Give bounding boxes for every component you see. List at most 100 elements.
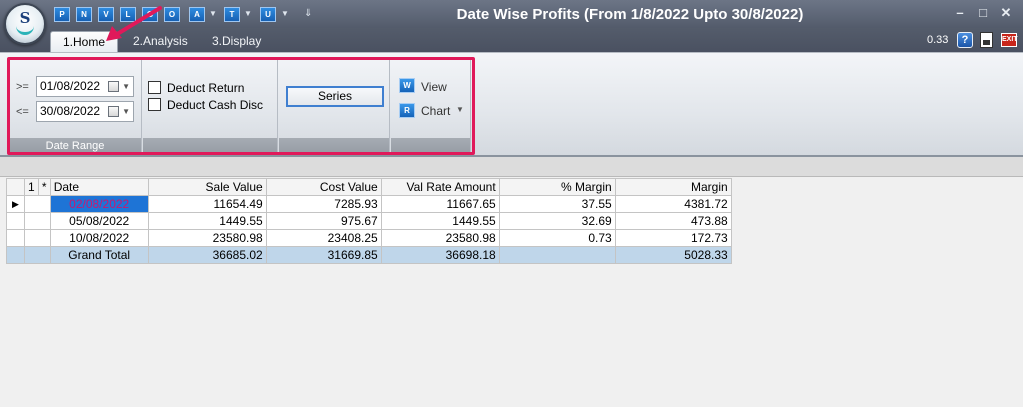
view-icon[interactable]: W (399, 78, 415, 93)
tab-analysis[interactable]: 2.Analysis (121, 31, 200, 52)
title-bar: P N V L G O A ▼ T ▼ U ▼ ⇓ Date Wise Prof… (0, 0, 1023, 28)
quick-access-l-icon[interactable]: L (120, 7, 136, 22)
date-cell[interactable]: 10/08/2022 (49, 229, 149, 247)
column-header-sale-value[interactable]: Sale Value (147, 178, 267, 196)
date-cell[interactable]: 05/08/2022 (49, 212, 149, 230)
content-header-strip (0, 157, 1023, 177)
from-operator: >= (16, 81, 29, 93)
zoom-level: 0.33 (927, 34, 949, 46)
view-chart-group: W View R Chart ▼ (391, 57, 471, 154)
maximize-button[interactable]: □ (976, 5, 990, 20)
profit-grid: 1 * Date Sale Value Cost Value Val Rate … (6, 178, 732, 264)
row-blank (24, 229, 51, 247)
margin-cell[interactable]: 473.88 (614, 212, 732, 230)
val-rate-amount-cell[interactable]: 11667.65 (380, 195, 500, 213)
val-rate-amount-cell[interactable]: 1449.55 (380, 212, 500, 230)
from-date-field[interactable]: 01/08/2022 ▼ (36, 76, 134, 97)
app-menu-button[interactable]: S (4, 3, 46, 45)
app-logo-arc (16, 25, 34, 35)
series-caption (279, 138, 389, 154)
calendar-icon[interactable] (108, 81, 119, 92)
row-indicator (6, 246, 25, 264)
table-row[interactable]: ▶ 02/08/2022 11654.49 7285.93 11667.65 3… (6, 195, 732, 213)
column-header-cost-value[interactable]: Cost Value (265, 178, 382, 196)
total-val-rate-amount: 36698.18 (380, 246, 500, 264)
column-header-date[interactable]: Date (49, 178, 149, 196)
column-header-pct-margin[interactable]: % Margin (498, 178, 616, 196)
quick-access-a-dropdown-icon[interactable]: ▼ (209, 9, 217, 18)
pct-margin-cell[interactable]: 0.73 (498, 229, 616, 247)
chart-dropdown-icon[interactable]: ▼ (456, 105, 464, 114)
total-sale-value: 36685.02 (147, 246, 267, 264)
cost-value-cell[interactable]: 7285.93 (265, 195, 382, 213)
calendar-icon[interactable] (108, 106, 119, 117)
quick-access-v-icon[interactable]: V (98, 7, 114, 22)
grand-total-row: Grand Total 36685.02 31669.85 36698.18 5… (6, 246, 732, 264)
document-icon[interactable] (980, 32, 993, 48)
row-blank (24, 195, 51, 213)
series-group: Series (279, 57, 390, 154)
chevron-down-icon[interactable]: ▼ (122, 102, 130, 121)
margin-cell[interactable]: 4381.72 (614, 195, 732, 213)
column-header-val-rate-amount[interactable]: Val Rate Amount (380, 178, 500, 196)
close-button[interactable]: ✕ (999, 5, 1013, 21)
grand-total-label: Grand Total (49, 246, 149, 264)
view-button[interactable]: View (421, 80, 447, 94)
column-header-star[interactable]: * (37, 178, 51, 196)
total-pct-margin (498, 246, 616, 264)
quick-access-a-icon[interactable]: A (189, 7, 205, 22)
ribbon-tab-bar: 1.Home 2.Analysis 3.Display (0, 28, 1023, 52)
deduct-return-label[interactable]: Deduct Return (167, 81, 244, 95)
row-blank (24, 212, 51, 230)
date-cell[interactable]: 02/08/2022 (49, 195, 149, 213)
to-date-field[interactable]: 30/08/2022 ▼ (36, 101, 134, 122)
help-icon[interactable]: ? (957, 32, 973, 48)
val-rate-amount-cell[interactable]: 23580.98 (380, 229, 500, 247)
series-button[interactable]: Series (286, 86, 384, 107)
table-row[interactable]: 10/08/2022 23580.98 23408.25 23580.98 0.… (6, 229, 732, 247)
deduct-cash-disc-label[interactable]: Deduct Cash Disc (167, 98, 263, 112)
margin-cell[interactable]: 172.73 (614, 229, 732, 247)
pct-margin-cell[interactable]: 32.69 (498, 212, 616, 230)
column-header-margin[interactable]: Margin (614, 178, 732, 196)
pct-margin-cell[interactable]: 37.55 (498, 195, 616, 213)
customize-toolbar-icon[interactable]: ⇓ (304, 8, 312, 19)
date-range-caption: Date Range (9, 138, 141, 154)
tab-display[interactable]: 3.Display (200, 31, 273, 52)
quick-access-n-icon[interactable]: N (76, 7, 92, 22)
exit-icon[interactable]: EXIT (1001, 33, 1018, 47)
quick-access-u-icon[interactable]: U (260, 7, 276, 22)
tab-home[interactable]: 1.Home (50, 31, 119, 52)
from-date-value: 01/08/2022 (40, 79, 101, 93)
chart-button[interactable]: Chart (421, 104, 450, 118)
sale-value-cell[interactable]: 23580.98 (147, 229, 267, 247)
chart-icon[interactable]: R (399, 103, 415, 118)
total-cost-value: 31669.85 (265, 246, 382, 264)
column-header-number[interactable]: 1 (24, 178, 39, 196)
deduct-options-caption (143, 138, 277, 154)
minimize-button[interactable]: – (953, 5, 967, 20)
deduct-options-group: Deduct Return Deduct Cash Disc (143, 57, 278, 154)
cost-value-cell[interactable]: 975.67 (265, 212, 382, 230)
total-margin: 5028.33 (614, 246, 732, 264)
quick-access-t-icon[interactable]: T (224, 7, 240, 22)
cost-value-cell[interactable]: 23408.25 (265, 229, 382, 247)
date-range-group: >= 01/08/2022 ▼ <= 30/08/2022 ▼ Date Ran… (9, 57, 142, 154)
quick-access-u-dropdown-icon[interactable]: ▼ (281, 9, 289, 18)
grid-header-row: 1 * Date Sale Value Cost Value Val Rate … (6, 178, 732, 196)
to-date-value: 30/08/2022 (40, 104, 101, 118)
quick-access-t-dropdown-icon[interactable]: ▼ (244, 9, 252, 18)
row-indicator (6, 229, 25, 247)
table-row[interactable]: 05/08/2022 1449.55 975.67 1449.55 32.69 … (6, 212, 732, 230)
window-title: Date Wise Profits (From 1/8/2022 Upto 30… (456, 6, 804, 23)
quick-access-g-icon[interactable]: G (142, 7, 158, 22)
view-chart-caption (391, 138, 470, 154)
sale-value-cell[interactable]: 1449.55 (147, 212, 267, 230)
row-indicator-header (6, 178, 25, 196)
chevron-down-icon[interactable]: ▼ (122, 77, 130, 96)
sale-value-cell[interactable]: 11654.49 (147, 195, 267, 213)
quick-access-o-icon[interactable]: O (164, 7, 180, 22)
deduct-cash-disc-checkbox[interactable] (148, 98, 161, 111)
deduct-return-checkbox[interactable] (148, 81, 161, 94)
quick-access-p-icon[interactable]: P (54, 7, 70, 22)
